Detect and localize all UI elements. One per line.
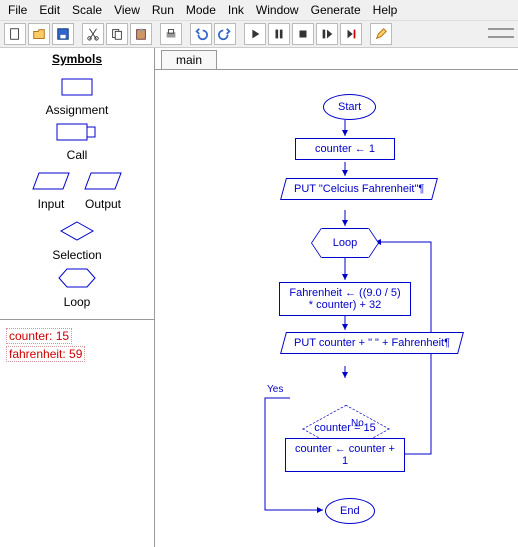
new-icon[interactable] (4, 23, 26, 45)
menu-edit[interactable]: Edit (39, 3, 60, 17)
tab-bar: main (155, 48, 518, 70)
menu-ink[interactable]: Ink (228, 3, 244, 17)
editor-area: main Start counter ← 1 (155, 48, 518, 547)
tab-main[interactable]: main (161, 50, 217, 69)
menu-file[interactable]: File (8, 3, 27, 17)
node-put1[interactable]: PUT "Celcius Fahrenheit"¶ (280, 178, 438, 200)
symbols-palette: Symbols Assignment Call Input Output (0, 48, 154, 320)
flowchart-canvas[interactable]: Start counter ← 1 PUT "Celcius Fahrenhei… (155, 70, 518, 547)
node-start[interactable]: Start (323, 94, 376, 120)
menu-generate[interactable]: Generate (311, 3, 361, 17)
symbol-assignment-label: Assignment (0, 103, 154, 117)
node-loop[interactable]: Loop (321, 228, 369, 258)
symbol-assignment[interactable]: Assignment (0, 76, 154, 117)
step-into-icon[interactable] (340, 23, 362, 45)
menu-bar: File Edit Scale View Run Mode Ink Window… (0, 0, 518, 20)
menu-run[interactable]: Run (152, 3, 174, 17)
toolbar-grip-icon (488, 28, 514, 38)
variables-panel: counter: 15 fahrenheit: 59 (0, 320, 154, 370)
open-icon[interactable] (28, 23, 50, 45)
symbol-call-label: Call (0, 148, 154, 162)
variable-row: counter: 15 (6, 328, 148, 344)
step-icon[interactable] (316, 23, 338, 45)
symbol-input[interactable]: Input (29, 170, 73, 211)
stop-icon[interactable] (292, 23, 314, 45)
print-icon[interactable] (160, 23, 182, 45)
menu-help[interactable]: Help (373, 3, 398, 17)
menu-mode[interactable]: Mode (186, 3, 216, 17)
cut-icon[interactable] (82, 23, 104, 45)
symbol-call[interactable]: Call (0, 121, 154, 162)
label-yes: Yes (267, 384, 283, 395)
save-icon[interactable] (52, 23, 74, 45)
menu-scale[interactable]: Scale (72, 3, 102, 17)
node-increment[interactable]: counter ← counter + 1 (285, 438, 405, 472)
symbol-loop-label: Loop (0, 295, 154, 309)
node-put2[interactable]: PUT counter + " " + Fahrenheit¶ (280, 332, 464, 354)
symbol-selection-label: Selection (0, 248, 154, 262)
menu-view[interactable]: View (114, 3, 140, 17)
left-panel: Symbols Assignment Call Input Output (0, 48, 155, 547)
pause-icon[interactable] (268, 23, 290, 45)
node-init[interactable]: counter ← 1 (295, 138, 395, 160)
symbol-input-label: Input (29, 197, 73, 211)
symbols-title: Symbols (52, 52, 102, 66)
symbol-output[interactable]: Output (81, 170, 125, 211)
symbol-loop[interactable]: Loop (0, 266, 154, 309)
menu-window[interactable]: Window (256, 3, 299, 17)
pen-icon[interactable] (370, 23, 392, 45)
undo-icon[interactable] (190, 23, 212, 45)
paste-icon[interactable] (130, 23, 152, 45)
redo-icon[interactable] (214, 23, 236, 45)
node-end[interactable]: End (325, 498, 375, 524)
node-calc[interactable]: Fahrenheit ← ((9.0 / 5) * counter) + 32 (279, 282, 411, 316)
play-icon[interactable] (244, 23, 266, 45)
symbol-output-label: Output (81, 197, 125, 211)
variable-row: fahrenheit: 59 (6, 346, 148, 362)
symbol-selection[interactable]: Selection (0, 219, 154, 262)
copy-icon[interactable] (106, 23, 128, 45)
toolbar (0, 20, 518, 48)
